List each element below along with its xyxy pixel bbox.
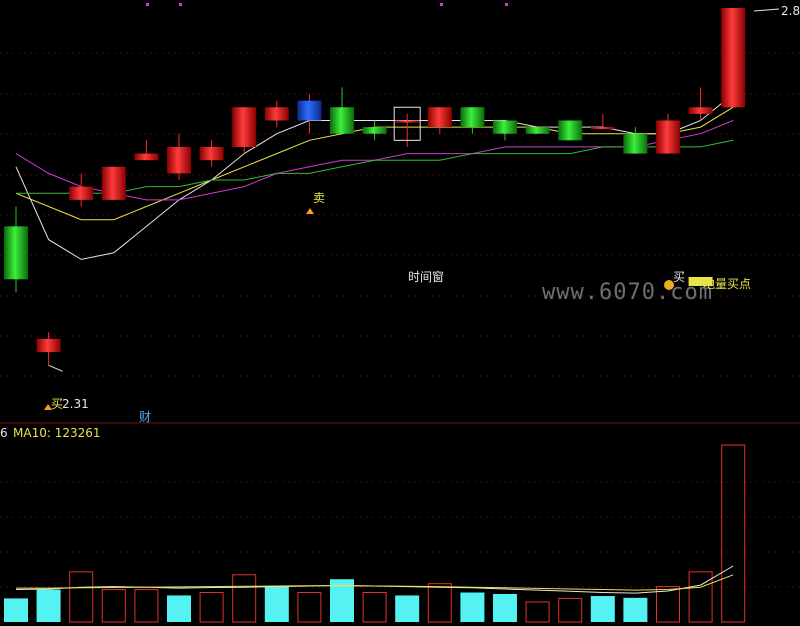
volume-bar xyxy=(688,571,713,623)
candle-body xyxy=(525,127,550,134)
volume-bar xyxy=(36,589,61,622)
candle-body xyxy=(558,120,583,141)
sell-signal-label: 卖 xyxy=(313,191,326,205)
candle-body xyxy=(721,8,746,108)
volume-bar xyxy=(199,592,224,623)
volume-bar xyxy=(721,444,746,623)
candle-body xyxy=(134,153,159,161)
candle-body xyxy=(36,338,61,353)
cai-marker: 财 xyxy=(139,410,152,424)
chart-stage: { "watermark": "www.6070.com", "labels":… xyxy=(0,0,800,626)
low-price-pointer xyxy=(48,364,63,372)
candle-body xyxy=(688,107,713,114)
candle-body xyxy=(590,127,615,130)
candle-body xyxy=(199,146,224,161)
candle-body xyxy=(623,133,648,154)
candle-body xyxy=(167,146,191,174)
low-price-label: 2.31 xyxy=(62,397,89,411)
volume-bar xyxy=(101,589,126,623)
candle-body xyxy=(69,186,94,200)
volume-bar xyxy=(558,597,583,623)
volume-bar xyxy=(264,586,289,622)
volume-bar xyxy=(525,601,550,623)
volume-bar xyxy=(297,592,322,623)
volume-bar xyxy=(232,574,257,623)
volume-bar xyxy=(460,592,485,622)
candle-body xyxy=(362,127,387,134)
candle-body xyxy=(101,166,126,200)
time-window-label: 时间窗 xyxy=(408,270,445,284)
volume-ma-line xyxy=(16,574,734,591)
volume-prefix: 6 xyxy=(0,426,8,440)
volume-bar xyxy=(4,598,28,622)
bottom-volume-buy-label: 地量买点 xyxy=(703,277,752,291)
ma10-label: MA10: 123261 xyxy=(13,426,101,440)
top-marker-dot xyxy=(505,3,508,6)
volume-bar xyxy=(167,595,191,622)
top-marker-dot xyxy=(440,3,443,6)
volume-bar xyxy=(590,596,615,622)
volume-bar xyxy=(362,592,387,623)
candle-body xyxy=(232,107,257,147)
volume-bar xyxy=(623,597,648,622)
volume-ma-line xyxy=(15,565,734,594)
candle-body xyxy=(297,100,322,121)
candle-body xyxy=(493,120,517,134)
volume-bar xyxy=(134,589,159,623)
top-marker-dot xyxy=(146,3,149,6)
candle-body xyxy=(330,107,354,134)
volume-bar xyxy=(427,583,452,623)
candle-body xyxy=(460,107,485,128)
buy-signal-label-right: 买 xyxy=(673,270,686,284)
candle-body xyxy=(427,107,452,128)
sell-person-icon xyxy=(306,208,314,214)
volume-bar xyxy=(69,571,94,623)
high-price-pointer xyxy=(753,8,780,12)
top-marker-dot xyxy=(179,3,182,6)
high-price-label: 2.8 xyxy=(781,4,800,18)
watermark: www.6070.com xyxy=(542,280,713,305)
candle-body xyxy=(656,120,680,154)
candle-body xyxy=(4,226,28,280)
candle-body xyxy=(395,120,420,123)
candle-body xyxy=(264,107,289,121)
kline-chart xyxy=(0,3,800,623)
volume-bar xyxy=(493,593,517,622)
volume-bar xyxy=(395,595,420,622)
